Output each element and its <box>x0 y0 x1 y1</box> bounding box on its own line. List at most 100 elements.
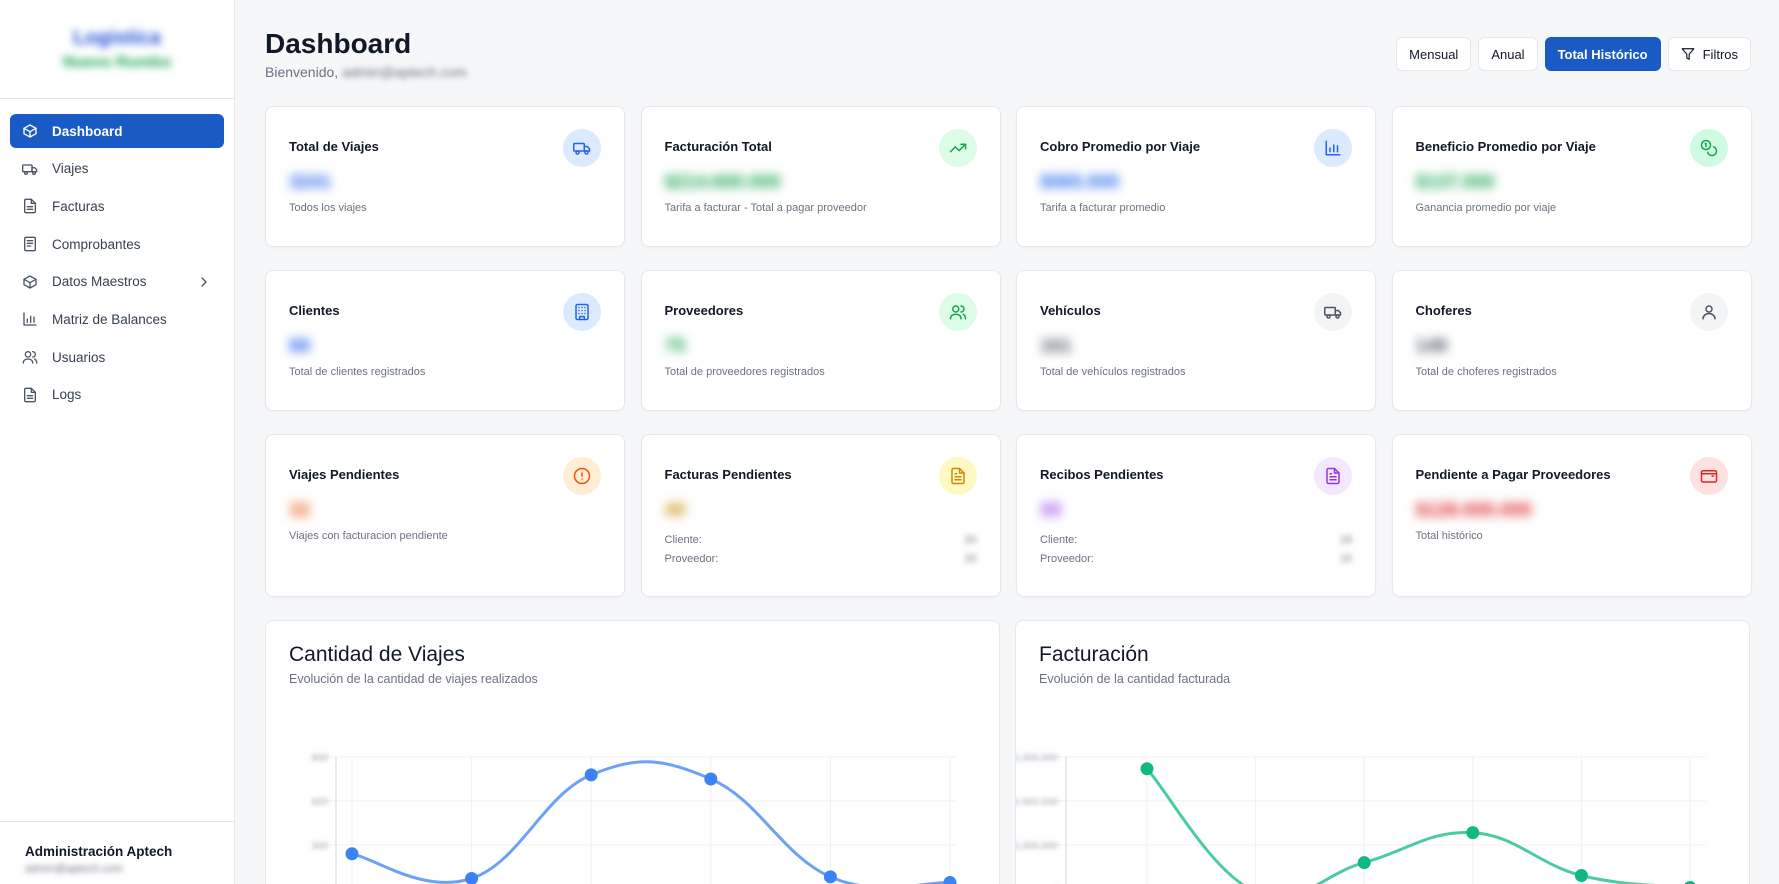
data-point[interactable] <box>345 847 359 861</box>
card-value: 32 <box>289 500 311 521</box>
data-point[interactable] <box>1574 869 1588 883</box>
billing-line-chart[interactable]: 45.000.00030.000.00015.000.0000 <box>1016 721 1749 884</box>
welcome-prefix: Bienvenido, <box>265 64 339 80</box>
card-description: Todos los viajes <box>289 202 367 214</box>
card-title: Viajes Pendientes <box>289 467 400 482</box>
user-profile[interactable]: Administración Aptech admin@aptech.com <box>0 821 234 884</box>
sidebar-item-usuarios[interactable]: Usuarios <box>10 340 224 374</box>
sidebar-item-viajes[interactable]: Viajes <box>10 152 224 186</box>
bar-chart-icon <box>23 312 37 327</box>
yearly-button[interactable]: Anual <box>1478 37 1538 71</box>
sidebar-item-facturas[interactable]: Facturas <box>10 189 224 223</box>
card-icon-wrap <box>1314 293 1352 331</box>
card-title: Proveedores <box>664 303 744 318</box>
welcome-user: admin@aptech.com <box>342 64 467 80</box>
card-icon-wrap <box>1314 129 1352 167</box>
brand-title: Logistica <box>73 26 161 49</box>
stat-card-proveedores: Proveedores 75 Total de proveedores regist… <box>640 270 1001 411</box>
card-value: 161 <box>1040 336 1072 357</box>
file-text-icon <box>1326 467 1340 485</box>
user-name: Administración Aptech <box>25 844 173 859</box>
card-description: Total de vehículos registrados <box>1040 366 1186 378</box>
users-icon-wrap <box>22 349 38 365</box>
sidebar-item-datos-maestros[interactable]: Datos Maestros <box>10 265 224 299</box>
y-tick-label: 45.000.000 <box>1016 753 1058 764</box>
stat-card-facturas-pendientes: Facturas Pendientes 40 Cliente: 20 Proveedor… <box>640 434 1001 597</box>
series-line <box>351 760 951 884</box>
page-title: Dashboard <box>265 28 412 59</box>
sidebar-item-comprobantes[interactable]: Comprobantes <box>10 227 224 261</box>
breakdown-label: Cliente: <box>664 533 702 546</box>
stat-card-recibos-pendientes: Recibos Pendientes 33 Cliente: 18 Proveedor:… <box>1016 434 1376 597</box>
card-icon-wrap <box>563 293 601 331</box>
truck-icon <box>22 164 38 175</box>
data-point[interactable] <box>1466 826 1480 840</box>
trending-up-icon <box>949 143 966 153</box>
card-icon-wrap <box>1689 457 1728 495</box>
card-icon-wrap <box>938 129 977 167</box>
stat-card-pendiente-a-pagar-proveedores: Pendiente a Pagar Proveedores $128.000.00… <box>1391 434 1752 597</box>
y-tick-label: 30.000.000 <box>1016 797 1058 808</box>
series-line <box>1145 767 1657 884</box>
data-point[interactable] <box>943 876 957 884</box>
stat-card-cobro-promedio-por-viaje: Cobro Promedio por Viaje $565.000 Tarifa a… <box>1016 106 1376 247</box>
card-description: Total de proveedores registrados <box>664 366 825 378</box>
breakdown-label: Proveedor: <box>1040 552 1094 565</box>
filters-label: Filtros <box>1702 46 1738 62</box>
breakdown-value: 20 <box>964 533 977 546</box>
card-value: 3241 <box>289 172 332 193</box>
truck-icon <box>573 142 591 155</box>
card-title: Facturas Pendientes <box>664 467 792 482</box>
card-title: Facturación Total <box>664 139 772 154</box>
box-icon-wrap <box>22 123 38 139</box>
main-content: Dashboard Bienvenido, admin@aptech.com M… <box>236 0 1779 884</box>
monthly-button[interactable]: Mensual <box>1396 37 1472 71</box>
filter-icon <box>1681 48 1695 60</box>
billing-chart-subtitle: Evolución de la cantidad facturada <box>1039 672 1231 686</box>
card-description: Tarifa a facturar - Total a pagar provee… <box>664 202 867 214</box>
chart-grid <box>326 756 956 884</box>
truck-icon <box>1324 306 1342 319</box>
card-value: $128.000.000 <box>1415 500 1532 521</box>
receipt-icon-wrap <box>22 236 38 252</box>
stat-card-choferes: Choferes 149 Total de choferes registrados <box>1391 270 1752 411</box>
card-description: Tarifa a facturar promedio <box>1040 202 1166 214</box>
trips-line-chart[interactable]: 9006003000 <box>266 721 999 884</box>
breakdown-value: 18 <box>1339 533 1352 546</box>
card-icon-wrap <box>563 129 601 167</box>
file-icon-wrap <box>22 198 38 214</box>
chevron-right-icon <box>201 277 207 287</box>
sidebar-item-matriz-de-balances[interactable]: Matriz de Balances <box>10 302 224 336</box>
data-point[interactable] <box>465 871 479 884</box>
data-point[interactable] <box>1140 762 1154 776</box>
data-point[interactable] <box>704 772 718 786</box>
sidebar-item-logs[interactable]: Logs <box>10 378 224 412</box>
historic-button[interactable]: Total Histórico <box>1544 37 1661 71</box>
trips-chart-card: Cantidad de Viajes Evolución de la canti… <box>265 620 1000 884</box>
filters-button[interactable]: Filtros <box>1667 37 1751 71</box>
sidebar-item-dashboard[interactable]: Dashboard <box>10 114 224 148</box>
brand-logo[interactable]: Logistica Nuevo Rumbo <box>0 0 234 99</box>
y-tick-label: 15.000.000 <box>1016 841 1058 852</box>
y-tick-label: 300 <box>311 841 328 852</box>
data-point[interactable] <box>584 768 598 782</box>
stat-card-total-de-viajes: Total de Viajes 3241 Todos los viajes <box>265 106 625 247</box>
sidebar-item-label: Comprobantes <box>52 236 141 252</box>
sidebar-item-label: Viajes <box>52 161 89 177</box>
card-title: Choferes <box>1415 303 1472 318</box>
data-point[interactable] <box>1357 856 1371 870</box>
receipt-icon <box>24 236 36 252</box>
user-email: admin@aptech.com <box>25 863 123 875</box>
card-value: $137.000 <box>1415 172 1495 193</box>
file-icon <box>24 387 36 403</box>
trips-chart-title: Cantidad de Viajes <box>289 643 465 666</box>
card-value: 40 <box>664 500 686 521</box>
stat-card-viajes-pendientes: Viajes Pendientes 32 Viajes con facturacio… <box>265 434 625 597</box>
chevron-right-icon-wrap[interactable] <box>196 274 212 290</box>
data-point[interactable] <box>823 870 837 884</box>
period-toolbar: Mensual Anual Total Histórico Filtros <box>1396 37 1751 71</box>
breakdown-label: Cliente: <box>1040 533 1078 546</box>
stat-card-beneficio-promedio-por-viaje: Beneficio Promedio por Viaje $137.000 Gana… <box>1391 106 1752 247</box>
building-icon <box>575 303 589 321</box>
box-icon <box>23 275 37 289</box>
